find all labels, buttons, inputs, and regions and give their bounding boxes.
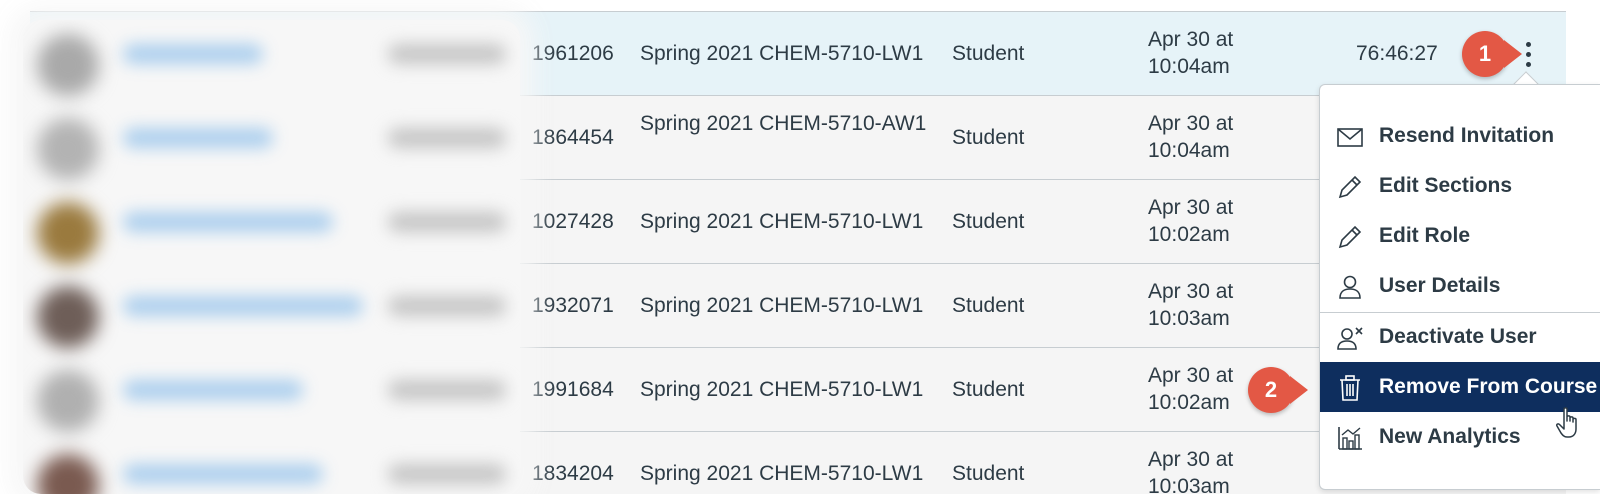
hand-cursor-icon [1556,407,1577,438]
role: Student [952,42,1025,65]
pencil-icon [1338,175,1362,199]
login-blur [388,128,506,148]
last-activity: Apr 30 at 10:03am [1148,280,1234,330]
section-name: Spring 2021 CHEM-5710-LW1 [640,378,924,401]
role: Student [952,462,1025,485]
menu-item-edit-sections[interactable]: Edit Sections [1320,161,1600,211]
role: Student [952,126,1025,149]
user-icon [1339,275,1361,299]
avatar [37,202,99,264]
avatar [37,118,99,180]
login-id: 1027428 [532,210,614,233]
menu-item-resend-invitation[interactable]: Resend Invitation [1320,111,1600,161]
last-activity: Apr 30 at 10:04am [1148,28,1234,78]
avatar [37,286,99,348]
login-blur [388,380,506,400]
user-name-link[interactable] [123,128,273,148]
callout-step-2: 2 [1248,367,1308,413]
analytics-icon [1338,427,1362,450]
user-name-link[interactable] [123,380,303,400]
callout-step-1: 1 [1462,31,1522,77]
menu-item-label: Edit Role [1379,224,1471,247]
trash-icon [1340,375,1360,401]
section-name: Spring 2021 CHEM-5710-LW1 [640,42,924,65]
login-blur [388,44,506,64]
pencil-icon [1338,225,1362,249]
menu-item-label: New Analytics [1379,425,1521,448]
login-blur [388,212,506,232]
avatar [37,34,99,96]
menu-item-label: User Details [1379,274,1501,297]
menu-item-label: Resend Invitation [1379,124,1555,147]
menu-item-label: Edit Sections [1379,174,1513,197]
role: Student [952,294,1025,317]
login-blur [388,464,506,484]
menu-item-remove-from-course[interactable]: Remove From Course [1320,362,1600,412]
blurred-user-names [23,20,520,494]
role: Student [952,210,1025,233]
user-name-link[interactable] [123,296,363,316]
menu-item-label: Deactivate User [1379,325,1537,348]
avatar [37,454,99,494]
more-options-icon[interactable] [1526,42,1532,68]
login-id: 1932071 [532,294,614,317]
last-activity: Apr 30 at 10:03am [1148,448,1234,494]
section-name: Spring 2021 CHEM-5710-AW1 [640,112,927,135]
user-name-link[interactable] [123,212,333,232]
login-id: 1961206 [532,42,614,65]
login-id: 1834204 [532,462,614,485]
avatar [37,370,99,432]
last-activity: Apr 30 at 10:02am [1148,364,1234,414]
menu-item-user-details[interactable]: User Details [1320,261,1600,311]
login-id: 1864454 [532,126,614,149]
user-name-link[interactable] [123,464,323,484]
last-activity: Apr 30 at 10:04am [1148,112,1234,162]
menu-item-deactivate-user[interactable]: Deactivate User [1320,312,1600,362]
user-deactivate-icon [1337,327,1363,350]
menu-item-label: Remove From Course [1379,375,1598,398]
total-activity: 76:46:27 [1356,42,1438,65]
menu-item-edit-role[interactable]: Edit Role [1320,211,1600,261]
login-id: 1991684 [532,378,614,401]
login-blur [388,296,506,316]
last-activity: Apr 30 at 10:02am [1148,196,1234,246]
envelope-icon [1337,128,1363,147]
section-name: Spring 2021 CHEM-5710-LW1 [640,210,924,233]
role: Student [952,378,1025,401]
section-name: Spring 2021 CHEM-5710-LW1 [640,462,924,485]
section-name: Spring 2021 CHEM-5710-LW1 [640,294,924,317]
user-name-link[interactable] [123,44,263,64]
